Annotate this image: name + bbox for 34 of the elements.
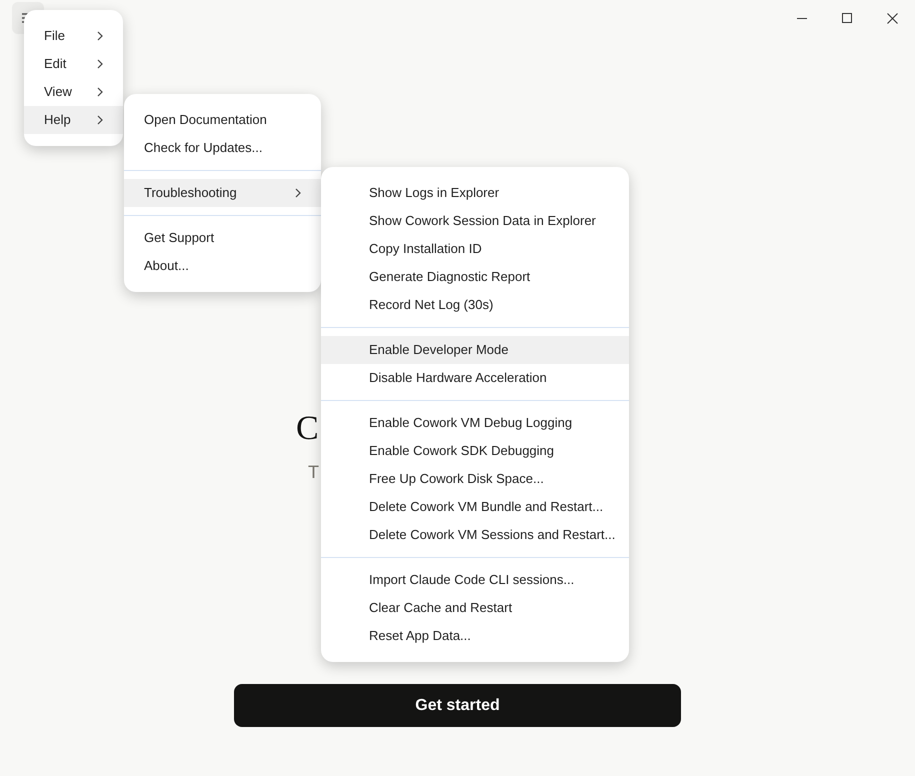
menu-item[interactable]: Free Up Cowork Disk Space... (321, 465, 629, 493)
chevron-icon (97, 115, 103, 125)
chevron-icon (97, 31, 103, 41)
menu-item[interactable]: Edit (24, 50, 123, 78)
menu-item[interactable]: Enable Cowork VM Debug Logging (321, 409, 629, 437)
menu-item[interactable]: Open Documentation (124, 106, 321, 134)
menu-item[interactable]: View (24, 78, 123, 106)
menu-item[interactable]: File (24, 22, 123, 50)
menu-item[interactable]: Reset App Data... (321, 622, 629, 650)
menu-item[interactable]: Delete Cowork VM Bundle and Restart... (321, 493, 629, 521)
get-started-button[interactable]: Get started (234, 684, 681, 727)
close-icon (887, 12, 898, 24)
menu-item[interactable]: Get Support (124, 224, 321, 252)
menu-item[interactable]: Clear Cache and Restart (321, 594, 629, 622)
menu-item[interactable]: Help (24, 106, 123, 134)
menu-item[interactable]: Check for Updates... (124, 134, 321, 162)
heading: C (296, 410, 319, 448)
menu-item[interactable]: Troubleshooting (124, 179, 321, 207)
menu-item[interactable]: About... (124, 252, 321, 280)
menu-item[interactable]: Copy Installation ID (321, 235, 629, 263)
chevron-icon (295, 188, 301, 198)
menu-item[interactable]: Disable Hardware Acceleration (321, 364, 629, 392)
menu-item[interactable]: Show Logs in Explorer (321, 179, 629, 207)
menu-item[interactable]: Import Claude Code CLI sessions... (321, 566, 629, 594)
subtitle: T (308, 461, 319, 484)
chevron-icon (97, 87, 103, 97)
maximize-icon (842, 12, 853, 24)
menu-item[interactable]: Generate Diagnostic Report (321, 263, 629, 291)
menu-item[interactable]: Enable Developer Mode (321, 336, 629, 364)
chevron-icon (97, 59, 103, 69)
menu-item[interactable]: Enable Cowork SDK Debugging (321, 437, 629, 465)
menu-item[interactable]: Delete Cowork VM Sessions and Restart... (321, 521, 629, 549)
menu-item[interactable]: Show Cowork Session Data in Explorer (321, 207, 629, 235)
menu-item[interactable]: Record Net Log (30s) (321, 291, 629, 319)
